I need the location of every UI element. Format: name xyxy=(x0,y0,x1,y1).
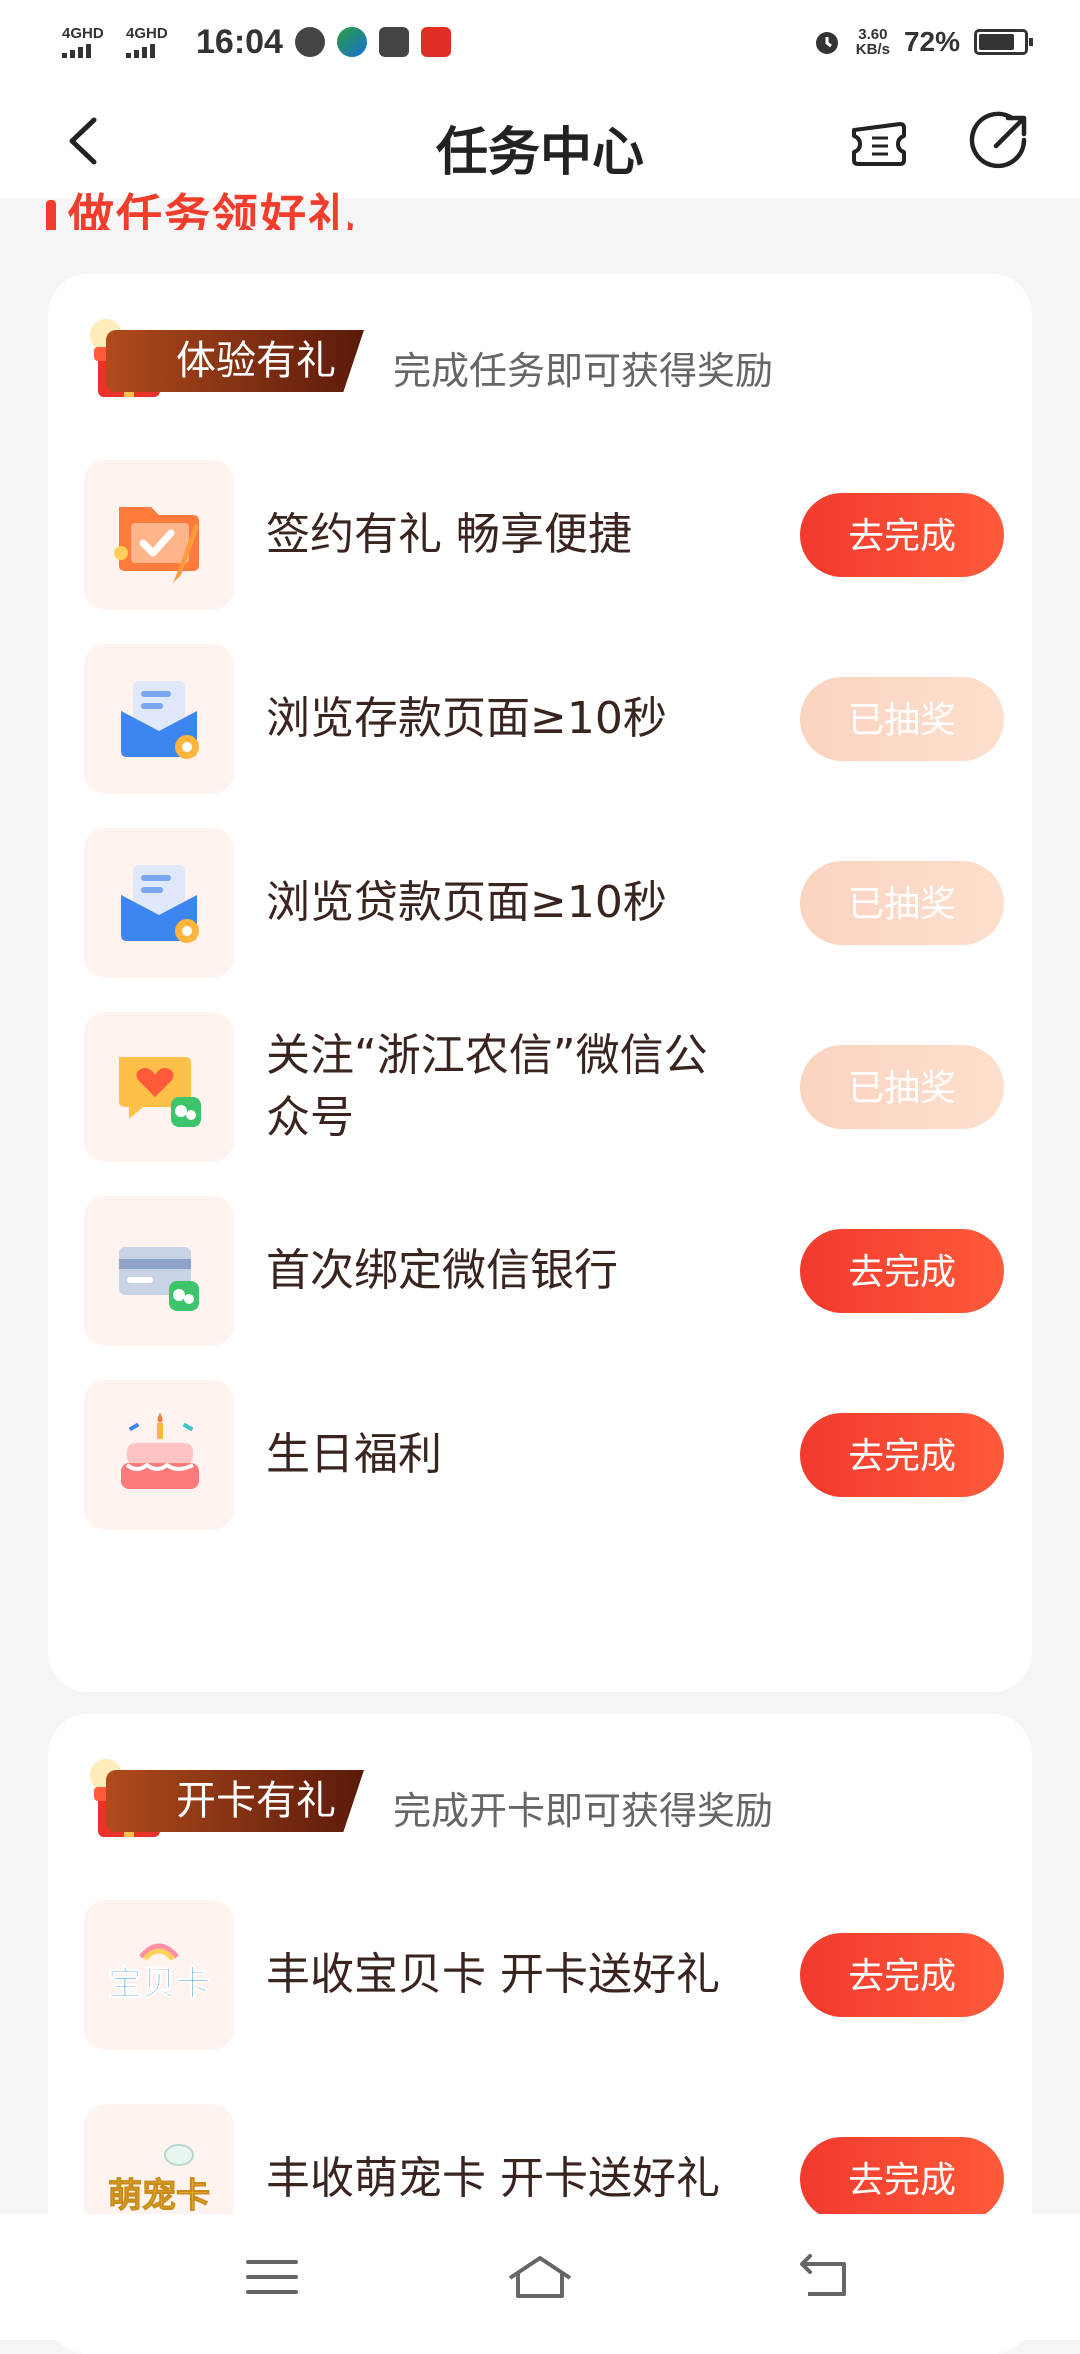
task-action-button[interactable]: 去完成 xyxy=(800,1413,1004,1497)
network-speed: 3.60 KB/s xyxy=(855,26,890,58)
status-bar: 4GHD 4GHD 16:04 3.60 KB/s 72% xyxy=(0,0,1080,84)
pinduoduo-icon xyxy=(420,27,451,57)
battery-icon xyxy=(974,29,1033,55)
page-title: 任务中心 xyxy=(435,123,644,183)
menu-icon[interactable] xyxy=(242,2252,302,2302)
chat-bubble-icon xyxy=(294,27,325,57)
folder-sign-icon xyxy=(84,460,234,610)
section-title: 做任务领好礼 xyxy=(46,180,356,230)
taobao-icon xyxy=(378,27,409,57)
signal-2: 4GHD xyxy=(126,26,178,58)
list-item: 浏览存款页面≥10秒 已抽奖 xyxy=(84,644,1004,794)
list-item: 首次绑定微信银行 去完成 xyxy=(84,1196,1004,1346)
wechat-heart-icon xyxy=(84,1012,234,1162)
signal-1: 4GHD xyxy=(62,26,114,58)
card-open-tag: 开卡有礼 xyxy=(88,1759,364,1837)
baby-card-icon-text: 宝贝卡 xyxy=(108,1965,210,2003)
share-icon[interactable] xyxy=(968,110,1032,174)
system-nav-bar xyxy=(0,2214,1080,2340)
list-item: 浏览贷款页面≥10秒 已抽奖 xyxy=(84,828,1004,978)
pet-card-icon-text: 萌宠卡 xyxy=(108,2177,210,2215)
list-item: 宝贝卡 丰收宝贝卡 开卡送好礼 去完成 xyxy=(84,1900,1004,2050)
experience-desc: 完成任务即可获得奖励 xyxy=(393,349,774,393)
task-label: 签约有礼 畅享便捷 xyxy=(266,509,632,560)
browser-icon xyxy=(336,27,367,57)
ticket-icon[interactable] xyxy=(848,110,912,174)
task-action-button[interactable]: 去完成 xyxy=(800,1933,1004,2017)
battery-percent: 72% xyxy=(903,26,960,57)
task-action-button[interactable]: 去完成 xyxy=(800,493,1004,577)
mail-view-icon xyxy=(84,828,234,978)
cake-icon xyxy=(84,1380,234,1530)
mail-view-icon xyxy=(84,644,234,794)
task-label: 首次绑定微信银行 xyxy=(266,1245,618,1296)
task-done-button[interactable]: 已抽奖 xyxy=(800,677,1004,761)
clock: 16:04 xyxy=(196,22,283,61)
experience-card: 体验有礼 完成任务即可获得奖励 签约有礼 畅享便捷 去完成 浏览存款页面≥10秒… xyxy=(48,274,1032,1692)
list-item: 生日福利 去完成 xyxy=(84,1380,1004,1530)
list-item: 签约有礼 畅享便捷 去完成 xyxy=(84,460,1004,610)
alarm-icon xyxy=(815,32,838,54)
task-action-button[interactable]: 去完成 xyxy=(800,2137,1004,2221)
baby-card-icon: 宝贝卡 xyxy=(84,1900,234,2050)
list-item: 关注“浙江农信”微信公众号 已抽奖 xyxy=(84,1012,1004,1162)
back-arrow-icon[interactable] xyxy=(794,2252,854,2302)
task-done-button[interactable]: 已抽奖 xyxy=(800,1045,1004,1129)
task-label: 关注“浙江农信”微信公众号 xyxy=(266,1030,708,1143)
card-wechat-icon xyxy=(84,1196,234,1346)
experience-tag: 体验有礼 xyxy=(88,319,364,397)
signal-bars-icon xyxy=(62,42,114,58)
task-label: 丰收宝贝卡 开卡送好礼 xyxy=(266,1949,720,2000)
home-icon[interactable] xyxy=(504,2252,576,2302)
task-label: 浏览存款页面≥10秒 xyxy=(266,693,667,744)
task-label: 浏览贷款页面≥10秒 xyxy=(266,877,667,928)
task-label: 生日福利 xyxy=(266,1429,442,1480)
task-done-button[interactable]: 已抽奖 xyxy=(800,861,1004,945)
task-action-button[interactable]: 去完成 xyxy=(800,1229,1004,1313)
card-open-desc: 完成开卡即可获得奖励 xyxy=(393,1789,774,1833)
signal-bars-icon xyxy=(126,42,178,58)
